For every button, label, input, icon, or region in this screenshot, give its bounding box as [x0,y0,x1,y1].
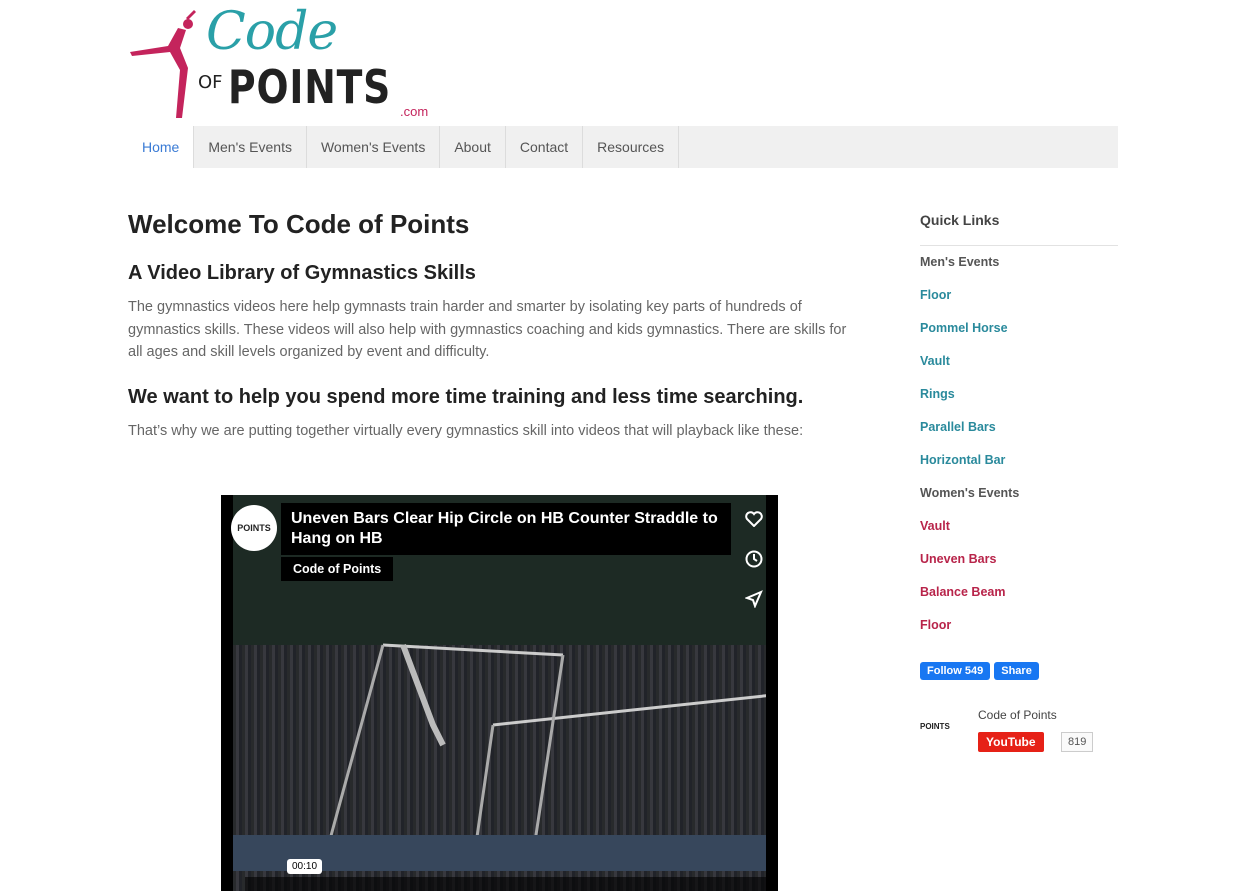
sidebar-link-pommel-horse[interactable]: Pommel Horse [920,312,1118,345]
logo-dotcom: .com [400,104,429,119]
youtube-subscribe-button[interactable]: YouTube [978,732,1044,752]
facebook-widget: Follow 549 Share [920,662,1039,680]
nav-home[interactable]: Home [128,126,195,168]
nav-about[interactable]: About [440,126,506,168]
video-channel[interactable]: Code of Points [281,557,394,581]
sidebar-link-women-floor[interactable]: Floor [920,609,1118,642]
heart-icon[interactable] [740,505,768,533]
main-content: Welcome To Code of Points A Video Librar… [128,208,858,442]
nav-resources[interactable]: Resources [583,126,680,168]
sidebar-link-parallel-bars[interactable]: Parallel Bars [920,411,1118,444]
intro-paragraph: The gymnastics videos here help gymnasts… [128,299,847,360]
youtube-channel-name[interactable]: Code of Points [978,708,1057,722]
sidebar-link-women-vault[interactable]: Vault [920,510,1118,543]
sidebar-heading-womens: Women's Events [920,486,1020,500]
logo-points: POINTS [228,60,392,114]
clock-icon[interactable] [740,545,768,573]
sidebar-link-uneven-bars[interactable]: Uneven Bars [920,543,1118,576]
facebook-share-button[interactable]: Share [994,662,1039,680]
page-subtitle: A Video Library of Gymnastics Skills [128,262,476,284]
youtube-channel-logo[interactable]: POINTS [920,722,968,744]
video-player[interactable]: POINTS Uneven Bars Clear Hip Circle on H… [221,495,778,891]
nav-contact[interactable]: Contact [506,126,584,168]
sidebar-link-rings[interactable]: Rings [920,378,1118,411]
sidebar-link-vault[interactable]: Vault [920,345,1118,378]
quick-links-list: Men's Events Floor Pommel Horse Vault Ri… [920,246,1118,642]
section-paragraph: That’s why we are putting together virtu… [128,422,804,439]
sidebar-link-floor[interactable]: Floor [920,279,1118,312]
facebook-follow-button[interactable]: Follow 549 [920,662,991,680]
main-nav: Home Men's Events Women's Events About C… [128,126,1118,168]
sidebar-title: Quick Links [920,210,1118,246]
section-heading: We want to help you spend more time trai… [128,385,804,408]
sidebar-quick-links: Quick Links Men's Events Floor Pommel Ho… [920,210,1118,642]
logo-of: OF [198,72,223,93]
site-logo[interactable]: Code OF POINTS .com [128,2,429,124]
sidebar-heading-mens: Men's Events [920,255,1000,269]
nav-mens-events[interactable]: Men's Events [194,126,307,168]
channel-avatar[interactable]: POINTS [231,505,277,551]
youtube-subscriber-count: 819 [1061,732,1094,752]
logo-code: Code [206,2,338,62]
sidebar-link-horizontal-bar[interactable]: Horizontal Bar [920,444,1118,477]
nav-womens-events[interactable]: Women's Events [307,126,441,168]
youtube-widget: POINTS Code of Points YouTube 819 [920,706,1120,766]
video-title[interactable]: Uneven Bars Clear Hip Circle on HB Count… [281,503,731,555]
video-timestamp: 00:10 [287,859,323,874]
send-icon[interactable] [740,585,768,613]
video-controls[interactable] [245,877,766,891]
page-title: Welcome To Code of Points [128,209,470,239]
sidebar-link-balance-beam[interactable]: Balance Beam [920,576,1118,609]
gymnast-icon [130,10,196,118]
